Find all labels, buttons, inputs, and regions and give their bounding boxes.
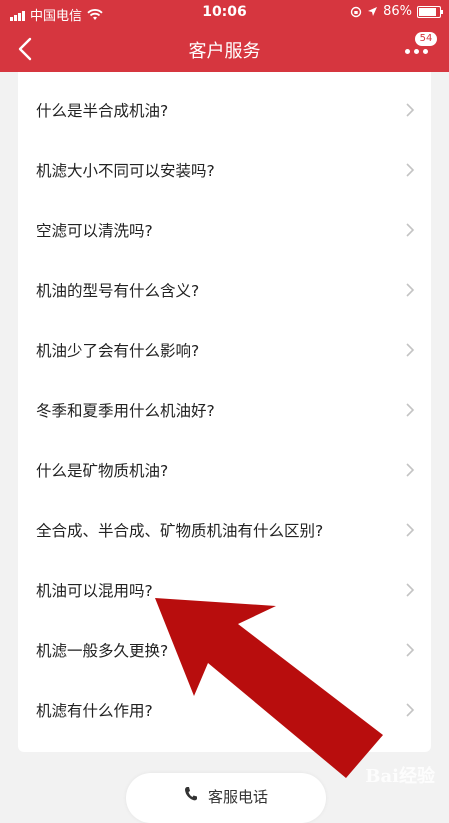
faq-item[interactable]: 什么是半合成机油? (18, 80, 431, 140)
chevron-right-icon (406, 703, 415, 717)
chevron-right-icon (406, 463, 415, 477)
faq-list: 什么是半合成机油? 机滤大小不同可以安装吗? 空滤可以清洗吗? 机油的型号有什么含义?… (18, 72, 431, 752)
faq-item[interactable]: 机滤一般多久更换? (18, 620, 431, 680)
message-badge: 54 (415, 32, 437, 46)
status-bar: 中国电信 10:06 86% (0, 0, 449, 26)
faq-item[interactable]: 机滤有什么作用? (18, 680, 431, 740)
faq-item-label: 机油可以混用吗? (36, 582, 153, 600)
chevron-right-icon (406, 283, 415, 297)
faq-item[interactable]: 全合成、半合成、矿物质机油有什么区别? (18, 500, 431, 560)
chevron-right-icon (406, 523, 415, 537)
chevron-right-icon (406, 643, 415, 657)
chevron-right-icon (406, 223, 415, 237)
faq-item[interactable]: 机油少了会有什么影响? (18, 320, 431, 380)
faq-item-label: 什么是矿物质机油? (36, 462, 169, 480)
rotation-lock-icon (350, 6, 362, 17)
faq-item-label: 机滤大小不同可以安装吗? (36, 162, 215, 180)
faq-item-label: 冬季和夏季用什么机油好? (36, 402, 215, 420)
faq-item-label: 机滤有什么作用? (36, 702, 153, 720)
chevron-right-icon (406, 343, 415, 357)
faq-item-label: 什么是半合成机油? (36, 102, 169, 120)
chevron-right-icon (406, 583, 415, 597)
faq-item[interactable]: 空滤可以清洗吗? (18, 200, 431, 260)
faq-item[interactable]: 什么是矿物质机油? (18, 440, 431, 500)
faq-item-label: 机油的型号有什么含义? (36, 282, 200, 300)
faq-item-label: 机滤一般多久更换? (36, 642, 169, 660)
faq-item-label: 全合成、半合成、矿物质机油有什么区别? (36, 522, 324, 540)
faq-item[interactable]: 机油可以混用吗? (18, 560, 431, 620)
faq-item[interactable]: 机滤大小不同可以安装吗? (18, 140, 431, 200)
chevron-right-icon (406, 103, 415, 117)
page-title: 客户服务 (188, 41, 261, 62)
battery-percent: 86% (383, 4, 412, 19)
faq-item-label: 空滤可以清洗吗? (36, 222, 153, 240)
chevron-right-icon (406, 403, 415, 417)
customer-service-phone-button[interactable]: 客服电话 (126, 773, 326, 823)
location-icon (368, 7, 378, 16)
more-icon (405, 49, 428, 54)
nav-bar: 客户服务 54 (0, 26, 449, 72)
chevron-right-icon (406, 163, 415, 177)
faq-item-label: 机油少了会有什么影响? (36, 342, 200, 360)
call-label: 客服电话 (207, 788, 268, 806)
battery-icon (417, 5, 443, 18)
watermark-logo: Bai经验 (365, 766, 435, 787)
status-right: 86% (350, 4, 443, 19)
more-button[interactable]: 54 (403, 30, 439, 66)
faq-item[interactable]: 冬季和夏季用什么机油好? (18, 380, 431, 440)
faq-item[interactable]: 机油的型号有什么含义? (18, 260, 431, 320)
